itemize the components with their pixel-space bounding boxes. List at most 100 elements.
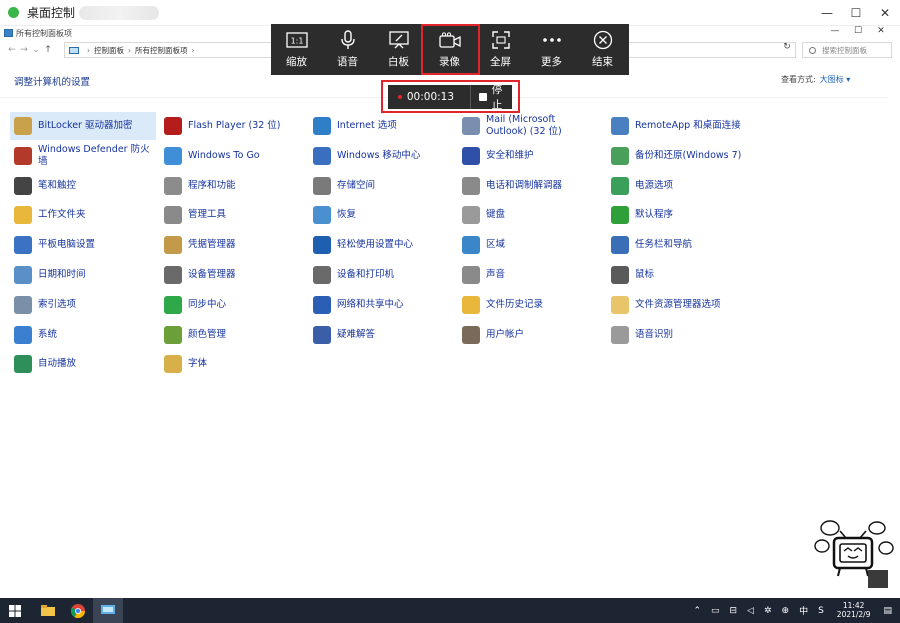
control-panel-item-label: Flash Player (32 位) [188,120,281,132]
control-panel-item-label: 笔和触控 [38,179,77,191]
control-panel-item[interactable]: 索引选项 [10,291,156,319]
control-panel-item[interactable]: 字体 [160,350,306,378]
control-panel-item-icon [164,325,182,344]
security-icon[interactable]: ⊕ [782,606,790,616]
control-panel-item[interactable]: 设备管理器 [160,261,306,289]
control-panel-item-label: 平板电脑设置 [38,239,96,251]
control-panel-item[interactable]: 同步中心 [160,291,306,319]
control-panel-item-label: 键盘 [486,209,506,221]
search-input[interactable]: 搜索控制面板 [802,42,892,58]
volume-icon[interactable]: ◁ [747,606,754,616]
fullscreen-button[interactable]: 全屏 [475,24,526,75]
control-panel-item-label: 同步中心 [188,298,227,310]
control-panel-item[interactable]: 工作文件夹 [10,201,156,229]
back-icon[interactable]: ← [6,45,18,55]
control-panel-item-icon [14,295,32,314]
view-by-dropdown[interactable]: 大图标 ▾ [820,75,851,84]
control-panel-item[interactable]: 日期和时间 [10,261,156,289]
control-panel-icon [4,29,13,37]
control-panel-item[interactable]: 网络和共享中心 [309,291,455,319]
control-panel-item-label: 轻松使用设置中心 [337,239,414,251]
control-panel-item[interactable]: 凭据管理器 [160,231,306,259]
control-panel-item[interactable]: 键盘 [458,201,604,229]
control-panel-item[interactable]: 文件资源管理器选项 [607,291,753,319]
control-panel-item-icon [313,266,331,284]
control-panel-item[interactable]: 平板电脑设置 [10,231,156,259]
control-panel-item[interactable]: BitLocker 驱动器加密 [10,112,156,140]
control-panel-item[interactable]: 电源选项 [607,172,753,200]
control-panel-item[interactable]: 语音识别 [607,321,753,349]
control-panel-item[interactable]: 用户帐户 [458,321,604,349]
ime-indicator[interactable]: 中 [799,604,808,617]
control-panel-item[interactable]: 轻松使用设置中心 [309,231,455,259]
app-tray-icon[interactable]: S [818,606,824,616]
control-panel-item[interactable]: 声音 [458,261,604,289]
control-panel-item[interactable]: 区域 [458,231,604,259]
file-explorer-icon[interactable] [33,598,63,623]
control-panel-item[interactable]: 电话和调制解调器 [458,172,604,200]
control-panel-item-icon [462,266,480,284]
control-panel-item[interactable]: 设备和打印机 [309,261,455,289]
control-panel-item[interactable]: 疑难解答 [309,321,455,349]
control-panel-item-label: 默认程序 [635,209,674,221]
control-panel-item[interactable]: 备份和还原(Windows 7) [607,142,753,170]
control-panel-item-icon [14,176,32,195]
close-button[interactable]: ✕ [870,0,900,26]
remote-desktop-taskbar-icon[interactable] [93,598,123,623]
history-dropdown-icon[interactable]: ⌄ [30,45,42,55]
minimize-button[interactable]: — [812,0,842,26]
control-panel-item-label: 工作文件夹 [38,209,86,221]
network-icon[interactable]: ⊟ [730,606,738,616]
control-panel-item-label: 颜色管理 [188,328,227,340]
notes-icon[interactable]: ▭ [711,606,720,616]
control-panel-item-icon [164,266,182,284]
redacted-host-name [79,5,160,20]
control-panel-item-label: 存储空间 [337,179,376,191]
chevron-up-icon[interactable]: ⌃ [693,606,701,616]
chrome-icon[interactable] [63,598,93,623]
control-panel-item[interactable]: RemoteApp 和桌面连接 [607,112,753,140]
taskbar-clock[interactable]: 11:42 2021/2/9 [836,601,871,619]
refresh-icon[interactable]: ↻ [780,42,794,58]
notification-icon[interactable]: ▤ [883,606,892,616]
control-panel-item[interactable]: 管理工具 [160,201,306,229]
whiteboard-button[interactable]: 白板 [373,24,424,75]
breadcrumb-all-items[interactable]: 所有控制面板项 [135,45,188,56]
control-panel-item[interactable]: 颜色管理 [160,321,306,349]
control-panel-item[interactable]: 文件历史记录 [458,291,604,319]
up-icon[interactable]: ↑ [42,45,54,55]
zoom-button[interactable]: 1:1 缩放 [271,24,322,75]
control-panel-item[interactable]: Flash Player (32 位) [160,112,306,140]
voice-button[interactable]: 语音 [322,24,373,75]
control-panel-item[interactable]: Windows Defender 防火墙 [10,142,156,170]
control-panel-item[interactable]: 存储空间 [309,172,455,200]
control-panel-item[interactable]: Internet 选项 [309,112,455,140]
maximize-button[interactable]: ☐ [841,0,871,26]
control-panel-item-label: 日期和时间 [38,269,86,281]
control-panel-item-icon [462,325,480,344]
control-panel-item-label: 程序和功能 [188,179,236,191]
control-panel-item[interactable]: 默认程序 [607,201,753,229]
control-panel-item[interactable]: Windows 移动中心 [309,142,455,170]
end-button[interactable]: 结束 [577,24,628,75]
fullscreen-icon [491,31,510,49]
control-panel-item[interactable]: 笔和触控 [10,172,156,200]
breadcrumb-control-panel[interactable]: 控制面板 [94,45,124,56]
start-button[interactable] [0,598,30,623]
forward-icon[interactable]: → [18,45,30,55]
control-panel-item[interactable]: Windows To Go [160,142,306,170]
control-panel-item-label: Windows 移动中心 [337,149,421,161]
settings-icon[interactable]: ✲ [764,606,772,616]
control-panel-item[interactable]: 系统 [10,321,156,349]
clock-date: 2021/2/9 [836,609,871,619]
control-panel-item[interactable]: 程序和功能 [160,172,306,200]
explorer-close-button[interactable]: ✕ [868,26,894,40]
more-button[interactable]: 更多 [526,24,577,75]
control-panel-item[interactable]: 自动播放 [10,350,156,378]
control-panel-item-label: 系统 [38,328,58,340]
control-panel-item[interactable]: Mail (Microsoft Outlook) (32 位) [458,112,604,140]
control-panel-item[interactable]: 鼠标 [607,261,753,289]
control-panel-item[interactable]: 安全和维护 [458,142,604,170]
control-panel-item[interactable]: 恢复 [309,201,455,229]
control-panel-item[interactable]: 任务栏和导航 [607,231,753,259]
